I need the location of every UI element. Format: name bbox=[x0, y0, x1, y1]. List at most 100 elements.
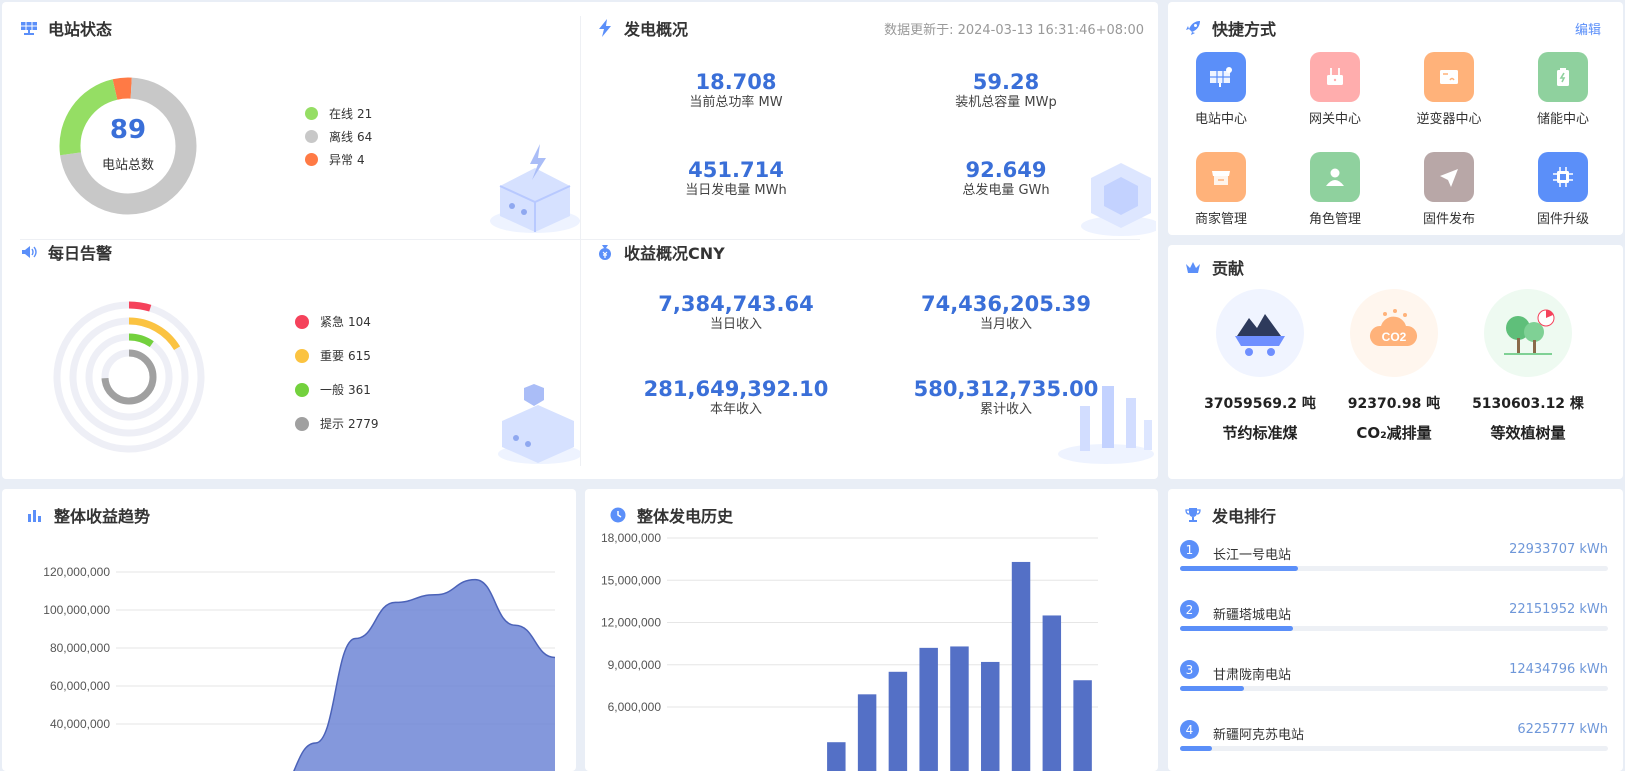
revenue-trend-card: 整体收益趋势 120,000,000 100,000,000 80,000,000 6… bbox=[2, 489, 576, 771]
legend-count: 615 bbox=[348, 348, 371, 363]
power-stat: 451.714 当日发电量 MWh bbox=[606, 157, 866, 199]
rank-bar-track bbox=[1180, 686, 1608, 691]
revenue-stat: 7,384,743.64 当日收入 bbox=[606, 291, 866, 333]
revenue-stat-label: 本年收入 bbox=[709, 402, 762, 417]
legend-count: 64 bbox=[357, 129, 373, 144]
revenue-overview-title-text: 收益概况CNY bbox=[624, 244, 725, 263]
legend-label: 一般 bbox=[320, 383, 345, 397]
revenue-stat-value: 74,436,205.39 bbox=[920, 292, 1092, 316]
tree-icon bbox=[1484, 289, 1572, 377]
power-stat-label: 当前总功率 MW bbox=[689, 95, 783, 110]
power-stat-label: 当日发电量 MWh bbox=[685, 183, 787, 198]
ranking-card: 发电排行 1 长江一号电站 22933707 kWh 2 新疆塔城电站 22151952 … bbox=[1168, 489, 1623, 771]
daily-alarm-title: 每日告警 bbox=[20, 240, 112, 264]
y-tick-label: 12,000,000 bbox=[601, 616, 661, 630]
quick-item-label: 商家管理 bbox=[1194, 212, 1247, 227]
quick-access-card: 快捷方式 编辑 电站中心 网关中心 逆变器中心 储能中心商家管理 角色管理 固件发布 固件升… bbox=[1168, 2, 1623, 235]
rank-bar-fill bbox=[1180, 566, 1298, 571]
legend-count: 21 bbox=[357, 106, 373, 121]
bar bbox=[981, 661, 1000, 771]
edit-link[interactable]: 编辑 bbox=[1575, 19, 1601, 38]
rank-item[interactable]: 3 甘肃陇南电站 12434796 kWh bbox=[1180, 660, 1608, 694]
station-donut bbox=[59, 77, 197, 215]
contribution-value: 37059569.2 吨 bbox=[1204, 396, 1316, 412]
legend-count: 104 bbox=[348, 314, 371, 329]
send-icon bbox=[1424, 152, 1474, 202]
trophy-icon bbox=[1184, 506, 1202, 524]
rank-value: 12434796 kWh bbox=[1509, 662, 1608, 677]
alarm-legend-item[interactable]: 一般 361 bbox=[295, 381, 371, 398]
quick-item[interactable]: 固件发布 bbox=[1404, 152, 1494, 227]
rank-bar-fill bbox=[1180, 626, 1294, 631]
power-stat-value: 59.28 bbox=[972, 70, 1040, 94]
legend-dot bbox=[305, 107, 318, 120]
y-tick-label: 6,000,000 bbox=[608, 700, 662, 714]
legend-dot bbox=[305, 153, 318, 166]
station-total: 89 bbox=[109, 115, 147, 145]
rank-item[interactable]: 1 长江一号电站 22933707 kWh bbox=[1180, 540, 1608, 574]
bar bbox=[950, 646, 969, 771]
co2-cloud-icon: CO2 bbox=[1350, 289, 1438, 377]
quick-item[interactable]: 角色管理 bbox=[1290, 152, 1380, 227]
y-tick-label: 9,000,000 bbox=[608, 658, 662, 672]
quick-item[interactable]: 固件升级 bbox=[1518, 152, 1608, 227]
y-tick-label: 80,000,000 bbox=[50, 641, 110, 655]
bar bbox=[857, 694, 877, 771]
bar bbox=[827, 742, 846, 771]
quick-item[interactable]: 电站中心 bbox=[1176, 52, 1266, 127]
quick-access-title-text: 快捷方式 bbox=[1212, 20, 1277, 39]
crown-icon bbox=[1184, 258, 1202, 276]
alarm-rings bbox=[53, 301, 205, 453]
quick-item[interactable]: 储能中心 bbox=[1518, 52, 1608, 127]
ring-track bbox=[53, 301, 205, 453]
store-icon bbox=[1196, 152, 1246, 202]
quick-item-label: 固件升级 bbox=[1536, 212, 1589, 227]
alarm-legend-item[interactable]: 紧急 104 bbox=[295, 313, 371, 330]
rank-bar-fill bbox=[1180, 686, 1245, 691]
rank-item[interactable]: 4 新疆阿克苏电站 6225777 kWh bbox=[1180, 720, 1608, 754]
legend-dot bbox=[305, 130, 318, 143]
rank-item[interactable]: 2 新疆塔城电站 22151952 kWh bbox=[1180, 600, 1608, 634]
legend-label: 重要 bbox=[320, 349, 345, 363]
rank-number: 3 bbox=[1180, 660, 1199, 679]
update-time: 数据更新于: 2024-03-13 16:31:46+08:00 bbox=[884, 23, 1144, 38]
quick-item[interactable]: 网关中心 bbox=[1290, 52, 1380, 127]
power-stat-label: 装机总容量 MWp bbox=[955, 95, 1057, 110]
alarm-illustration bbox=[498, 384, 580, 464]
power-stat-value: 451.714 bbox=[688, 158, 784, 182]
y-tick-label: 120,000,000 bbox=[43, 565, 110, 579]
rank-bar-track bbox=[1180, 626, 1608, 631]
rank-bar-track bbox=[1180, 746, 1608, 751]
station-legend-item[interactable]: 离线 64 bbox=[305, 128, 372, 145]
contribution-title: 贡献 bbox=[1184, 255, 1244, 279]
quick-item[interactable]: 逆变器中心 bbox=[1404, 52, 1494, 127]
station-status-title-text: 电站状态 bbox=[48, 20, 113, 39]
revenue-stat-label: 当日收入 bbox=[709, 317, 762, 332]
bar bbox=[919, 647, 938, 771]
station-legend-item[interactable]: 在线 21 bbox=[305, 105, 372, 122]
alarm-legend-item[interactable]: 提示 2779 bbox=[295, 415, 379, 432]
legend-label: 离线 bbox=[329, 130, 354, 144]
revenue-stat-value: 7,384,743.64 bbox=[658, 292, 814, 316]
quick-item[interactable]: 商家管理 bbox=[1176, 152, 1266, 227]
bar bbox=[1073, 680, 1092, 771]
contribution-title-text: 贡献 bbox=[1212, 259, 1245, 278]
station-legend-item[interactable]: 异常 4 bbox=[305, 151, 365, 168]
alarm-legend-item[interactable]: 重要 615 bbox=[295, 347, 371, 364]
rank-station-name: 新疆阿克苏电站 bbox=[1213, 728, 1305, 743]
revenue-trend-chart: 120,000,000 100,000,000 80,000,000 60,000,0… bbox=[43, 565, 556, 771]
station-total-label: 电站总数 bbox=[101, 158, 154, 173]
legend-dot bbox=[295, 416, 309, 431]
speaker-icon bbox=[20, 243, 38, 261]
legend-dot bbox=[295, 382, 309, 397]
y-tick-label: 60,000,000 bbox=[50, 679, 110, 693]
rank-station-name: 长江一号电站 bbox=[1213, 548, 1292, 563]
chip-icon bbox=[1538, 152, 1588, 202]
legend-label: 在线 bbox=[329, 107, 354, 121]
revenue-stat: 74,436,205.39 当月收入 bbox=[876, 291, 1136, 333]
bar bbox=[888, 671, 908, 771]
rank-station-name: 新疆塔城电站 bbox=[1213, 608, 1292, 623]
station-status-title: 电站状态 bbox=[20, 16, 112, 40]
revenue-overview-title: 收益概况CNY bbox=[596, 240, 725, 264]
rank-value: 22933707 kWh bbox=[1509, 542, 1608, 557]
